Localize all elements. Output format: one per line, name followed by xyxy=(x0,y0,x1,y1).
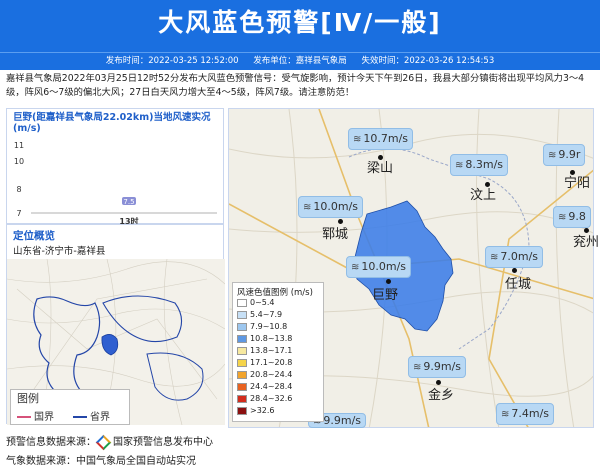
wind-speed-legend: 风速色值图例 (m/s) 0~5.4 5.4~7.9 7.9~10.8 10.8… xyxy=(232,282,324,422)
wind-swatch xyxy=(237,382,247,391)
wind-bubble-2[interactable]: ≋ 8.3m/s xyxy=(450,154,509,176)
meta-bar: 发布时间：2022-03-25 12:52:00 发布单位：嘉祥县气象局 失效时… xyxy=(0,52,600,70)
city-yanzhou[interactable]: 兖州 xyxy=(573,231,599,250)
legend-label-province: 省界 xyxy=(90,412,110,423)
y-tick-label: 8 xyxy=(16,185,21,194)
wind-bar-chart: 1110877.513时 xyxy=(14,141,217,225)
wind-bubble-1[interactable]: ≋ 10.7m/s xyxy=(348,128,414,150)
legend-item-province: 省界 xyxy=(73,408,110,423)
city-ningyang[interactable]: 宁阳 xyxy=(564,172,590,191)
legend-item-national: 国界 xyxy=(17,408,54,423)
wind-legend-row: 5.4~7.9 xyxy=(237,310,282,320)
wind-legend-row: 28.4~32.6 xyxy=(237,394,292,404)
legend-label-national: 国界 xyxy=(34,412,54,423)
warning-title: 大风蓝色预警[Ⅳ/一般] xyxy=(158,8,442,37)
y-tick-label: 11 xyxy=(14,141,24,150)
wind-legend-row: >32.6 xyxy=(237,406,275,416)
warning-description: 嘉祥县气象局2022年03月25日12时52分发布大风蓝色预警信号：受气旋影响，… xyxy=(6,73,585,98)
wind-legend-row: 0~5.4 xyxy=(237,298,275,308)
wind-swatch xyxy=(237,406,247,415)
national-border-line xyxy=(17,416,31,418)
wind-bubble-5[interactable]: ≋ 9.8 xyxy=(553,206,591,228)
warning-source-line: 预警信息数据来源： 国家预警信息发布中心 xyxy=(6,433,213,450)
wind-legend-row: 10.8~13.8 xyxy=(237,334,292,344)
wind-bubble-9[interactable]: ≋ 7.4m/s xyxy=(496,403,555,425)
wind-bubble-3[interactable]: ≋ 9.9r xyxy=(543,144,586,166)
warning-source-label: 预警信息数据来源： xyxy=(6,437,96,448)
map-legend: 图例 国界 省界 xyxy=(10,389,130,425)
wind-legend-row: 7.9~10.8 xyxy=(237,322,287,332)
wind-legend-row: 24.4~28.4 xyxy=(237,382,292,392)
wind-swatch xyxy=(237,298,247,307)
wind-legend-row: 20.8~24.4 xyxy=(237,370,292,380)
bar-data-label: 7.5 xyxy=(123,198,134,206)
province-border-line xyxy=(73,416,87,418)
wind-bubble-7[interactable]: ≋ 7.0m/s xyxy=(485,246,544,268)
wind-swatch xyxy=(237,358,247,367)
wind-bubble-8[interactable]: ≋ 9.9m/s xyxy=(408,356,467,378)
warning-source-name[interactable]: 国家预警信息发布中心 xyxy=(113,437,213,448)
city-wenshang[interactable]: 汶上 xyxy=(470,184,496,203)
y-tick-label: 10 xyxy=(14,157,24,166)
location-title: 定位概览 xyxy=(13,230,55,242)
wind-swatch xyxy=(237,322,247,331)
warning-center-logo-icon xyxy=(95,434,112,450)
city-yuncheng[interactable]: 郓城 xyxy=(322,223,348,242)
wind-legend-row: 13.8~17.1 xyxy=(237,346,292,356)
city-rencheng[interactable]: 任城 xyxy=(505,273,531,292)
wind-swatch xyxy=(237,310,247,319)
expire-time: 失效时间：2022-03-26 12:54:53 xyxy=(361,56,495,66)
wind-legend-row: 17.1~20.8 xyxy=(237,358,292,368)
city-jinxiang[interactable]: 金乡 xyxy=(428,384,454,403)
publish-time: 发布时间：2022-03-25 12:52:00 xyxy=(105,56,239,66)
wind-swatch xyxy=(237,334,247,343)
publisher: 发布单位：嘉祥县气象局 xyxy=(253,56,347,66)
y-tick-label: 7 xyxy=(16,209,21,218)
city-juye[interactable]: 巨野 xyxy=(372,284,398,303)
map-legend-title: 图例 xyxy=(17,392,39,405)
city-liangshan[interactable]: 梁山 xyxy=(367,157,393,176)
weather-source-line: 气象数据来源：中国气象局全国自动站实况 xyxy=(6,456,196,467)
wind-bubble-4[interactable]: ≋ 10.0m/s xyxy=(298,196,364,218)
header-banner: 大风蓝色预警[Ⅳ/一般] xyxy=(0,0,600,52)
wind-swatch xyxy=(237,346,247,355)
wind-bubble-6[interactable]: ≋ 10.0m/s xyxy=(346,256,412,278)
wind-swatch xyxy=(237,370,247,379)
station-wind-panel: 巨野(距嘉祥县气象局22.02km)当地风速实况(m/s) 11 10 8 7 7.5 1… xyxy=(6,108,224,225)
wind-swatch xyxy=(237,394,247,403)
wind-legend-title: 风速色值图例 (m/s) xyxy=(237,288,313,298)
location-text: 山东省-济宁市-嘉祥县 xyxy=(13,246,106,257)
